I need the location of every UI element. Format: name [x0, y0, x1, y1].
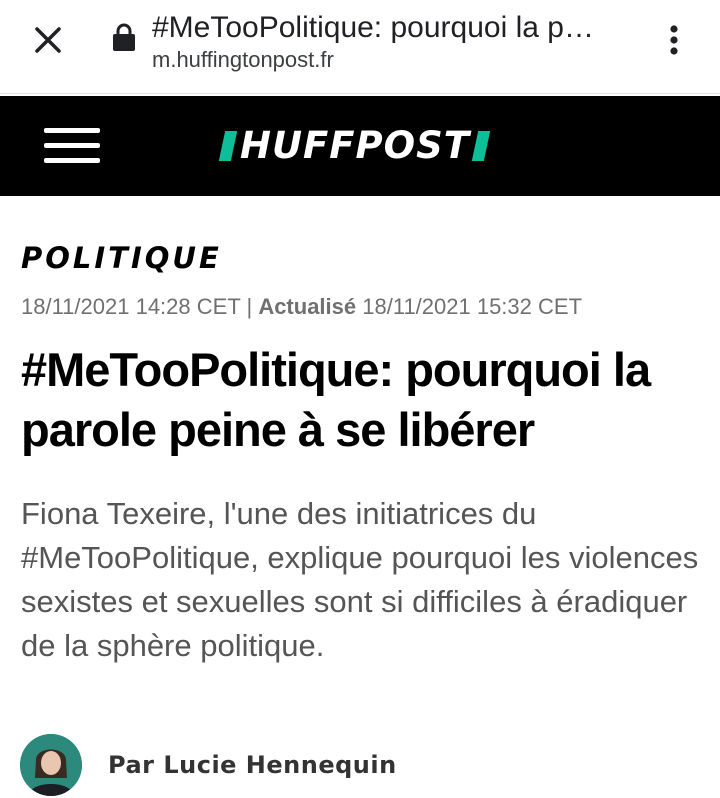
more-vert-icon[interactable] — [660, 20, 688, 60]
huffpost-logo[interactable]: HUFFPOST — [218, 124, 491, 168]
article-headline: #MeTooPolitique: pourquoi la parole pein… — [21, 343, 651, 456]
close-icon[interactable] — [28, 20, 68, 60]
article-dateline: 18/11/2021 14:28 CET | Actualisé 18/11/2… — [21, 292, 582, 322]
updated-label: Actualisé — [258, 294, 357, 319]
lock-icon[interactable] — [112, 22, 136, 52]
section-label[interactable]: POLITIQUE — [21, 238, 222, 278]
logo-accent-left — [218, 131, 238, 161]
logo-text: HUFFPOST — [240, 124, 471, 167]
updated-date: 18/11/2021 15:32 CET — [356, 294, 583, 319]
author-byline[interactable]: Par Lucie Hennequin — [20, 734, 397, 796]
date-separator: | — [240, 294, 259, 319]
hamburger-icon[interactable] — [44, 124, 100, 168]
logo-accent-right — [471, 131, 491, 161]
avatar[interactable] — [20, 734, 82, 796]
published-date: 18/11/2021 14:28 CET — [21, 294, 241, 319]
browser-toolbar: #MeTooPolitique: pourquoi la p… m.huffin… — [0, 0, 720, 94]
page-tab-title[interactable]: #MeTooPolitique: pourquoi la p… — [152, 10, 632, 46]
site-header: HUFFPOST — [0, 96, 720, 196]
url-bar[interactable]: m.huffingtonpost.fr — [152, 46, 334, 74]
author-name[interactable]: Par Lucie Hennequin — [108, 751, 397, 779]
article-dek: Fiona Texeire, l'une des initiatrices du… — [21, 496, 699, 663]
